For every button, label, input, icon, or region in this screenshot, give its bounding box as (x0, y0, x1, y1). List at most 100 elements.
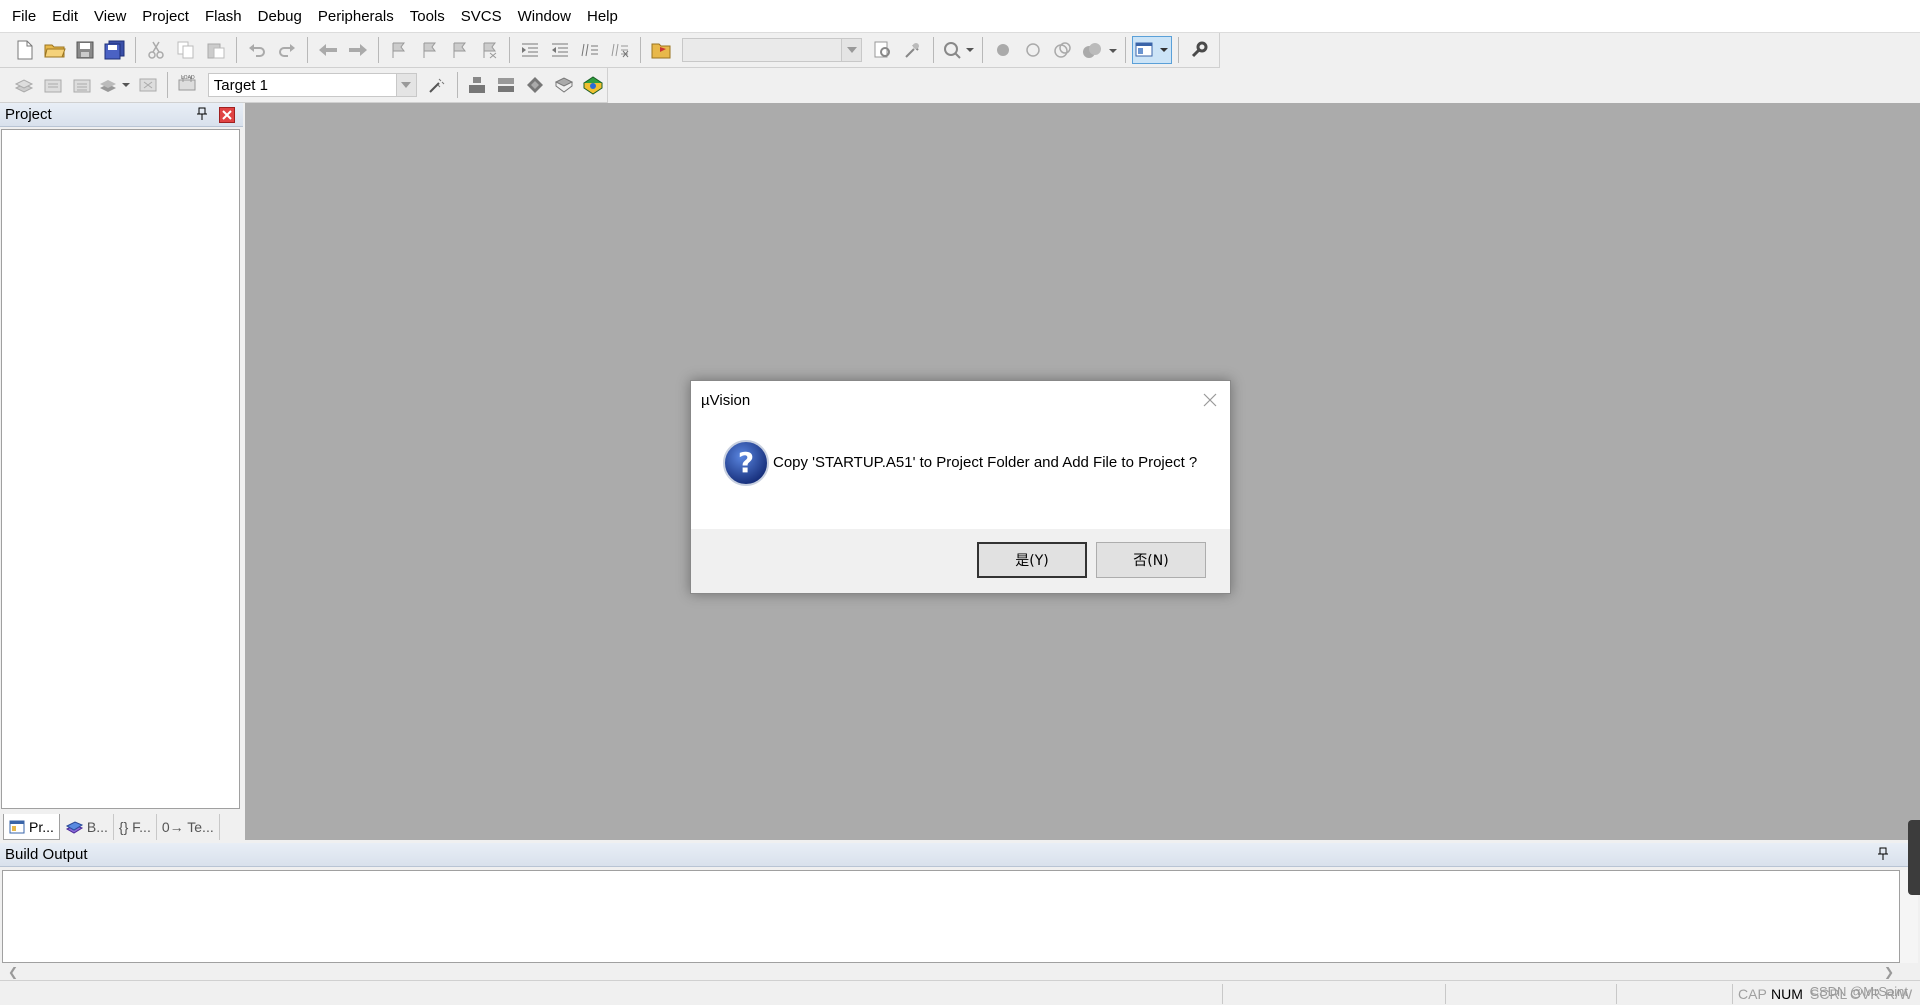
breakpoint-icon[interactable] (989, 36, 1017, 64)
uncomment-icon[interactable] (606, 36, 634, 64)
comment-icon[interactable] (576, 36, 604, 64)
menu-window[interactable]: Window (510, 0, 579, 33)
configure-icon[interactable] (1185, 36, 1213, 64)
undo-icon[interactable] (243, 36, 271, 64)
redo-icon[interactable] (273, 36, 301, 64)
build-output-text[interactable] (2, 870, 1900, 963)
menu-tools[interactable]: Tools (402, 0, 453, 33)
uvision-window: File Edit View Project Flash Debug Perip… (0, 0, 1920, 1005)
menu-peripherals[interactable]: Peripherals (310, 0, 402, 33)
project-pane-header: Project (0, 103, 243, 127)
status-num: NUM (1771, 986, 1803, 1002)
tab-functions[interactable]: {} F... (114, 814, 157, 840)
menu-debug[interactable]: Debug (250, 0, 310, 33)
find-combo[interactable] (682, 38, 862, 62)
question-icon: ? (722, 439, 770, 487)
close-icon[interactable] (219, 107, 235, 123)
select-packs-icon[interactable] (550, 71, 577, 99)
scroll-right-icon[interactable]: ❯ (1884, 965, 1894, 979)
tab-templates-label: 0→ Te... (161, 819, 214, 835)
debug-session-icon[interactable] (940, 36, 976, 64)
menu-flash[interactable]: Flash (197, 0, 250, 33)
tab-templates[interactable]: 0→ Te... (157, 814, 220, 840)
toolbar-separator (1125, 37, 1126, 63)
toolbar-separator (236, 37, 237, 63)
file-extensions-icon[interactable] (464, 71, 491, 99)
build-toolbar: LOAD Target 1 (0, 68, 608, 103)
manage-rte-icon[interactable] (521, 71, 548, 99)
build-output-header: Build Output (0, 843, 1920, 867)
disable-all-breakpoints-icon[interactable] (1049, 36, 1077, 64)
toolbar-separator (1178, 37, 1179, 63)
build-icon[interactable] (40, 71, 67, 99)
tab-functions-label: {} F... (118, 819, 151, 835)
menu-file[interactable]: File (4, 0, 44, 33)
scroll-left-icon[interactable]: ❮ (8, 965, 18, 979)
save-icon[interactable] (71, 36, 99, 64)
menu-help[interactable]: Help (579, 0, 626, 33)
horizontal-scrollbar[interactable]: ❮ ❯ (2, 963, 1900, 980)
no-button[interactable]: 否(N) (1096, 542, 1206, 578)
status-divider (1222, 984, 1223, 1004)
translate-icon[interactable] (11, 71, 38, 99)
next-bookmark-icon[interactable] (445, 36, 473, 64)
target-select[interactable]: Target 1 (207, 73, 417, 97)
rebuild-icon[interactable] (69, 71, 96, 99)
toolbar-separator (166, 72, 168, 98)
download-icon[interactable]: LOAD (174, 71, 201, 99)
watermark: CSDN @MrSaint (1809, 984, 1908, 999)
paste-icon[interactable] (202, 36, 230, 64)
toolbar-separator (640, 37, 641, 63)
menu-view[interactable]: View (86, 0, 134, 33)
chevron-down-icon (395, 74, 416, 96)
toolbar-separator (456, 72, 458, 98)
project-pane-tabs: Pr... B... {} F... 0→ Te... (0, 810, 243, 840)
status-cap: CAP (1738, 986, 1767, 1002)
dialog-button-bar: 是(Y) 否(N) (691, 529, 1230, 593)
cut-icon[interactable] (142, 36, 170, 64)
kill-breakpoints-icon[interactable] (1079, 36, 1119, 64)
nav-forward-icon[interactable] (344, 36, 372, 64)
manage-project-items-icon[interactable] (493, 71, 520, 99)
copy-icon[interactable] (172, 36, 200, 64)
project-pane: Project Pr... B... {} F... 0→ Te... (0, 103, 243, 840)
status-divider (1732, 984, 1733, 1004)
project-tree[interactable] (1, 129, 240, 809)
nav-back-icon[interactable] (314, 36, 342, 64)
close-icon[interactable] (1202, 392, 1218, 408)
save-all-icon[interactable] (101, 36, 129, 64)
stop-build-icon[interactable] (134, 71, 161, 99)
incremental-find-icon[interactable] (899, 36, 927, 64)
pin-icon[interactable] (1876, 847, 1890, 861)
menu-project[interactable]: Project (134, 0, 197, 33)
menu-svcs[interactable]: SVCS (453, 0, 510, 33)
new-file-icon[interactable] (11, 36, 39, 64)
chevron-down-icon (841, 39, 861, 61)
window-layout-icon[interactable] (1132, 36, 1172, 64)
tab-books[interactable]: B... (60, 814, 114, 840)
pack-installer-icon[interactable] (579, 71, 606, 99)
find-in-files-icon[interactable] (647, 36, 675, 64)
target-options-icon[interactable] (424, 71, 451, 99)
yes-button[interactable]: 是(Y) (977, 542, 1087, 578)
tab-project[interactable]: Pr... (3, 814, 60, 840)
menu-bar: File Edit View Project Flash Debug Perip… (0, 0, 1920, 33)
batch-build-icon[interactable] (98, 71, 133, 99)
docked-side-tab[interactable] (1908, 820, 1920, 895)
pin-icon[interactable] (195, 107, 209, 121)
bookmark-icon[interactable] (385, 36, 413, 64)
prev-bookmark-icon[interactable] (415, 36, 443, 64)
indent-icon[interactable] (516, 36, 544, 64)
toolbar-separator (135, 37, 136, 63)
find-icon[interactable] (869, 36, 897, 64)
dialog-titlebar: µVision (691, 381, 1230, 419)
build-output-pane: Build Output ❮ ❯ (0, 843, 1920, 980)
menu-edit[interactable]: Edit (44, 0, 86, 33)
disable-breakpoint-icon[interactable] (1019, 36, 1047, 64)
copy-file-dialog: µVision ? Copy 'STARTUP.A51' to Project … (690, 380, 1231, 594)
unindent-icon[interactable] (546, 36, 574, 64)
open-folder-icon[interactable] (41, 36, 69, 64)
clear-bookmarks-icon[interactable] (475, 36, 503, 64)
project-pane-title: Project (5, 106, 52, 123)
file-toolbar (0, 33, 1220, 68)
